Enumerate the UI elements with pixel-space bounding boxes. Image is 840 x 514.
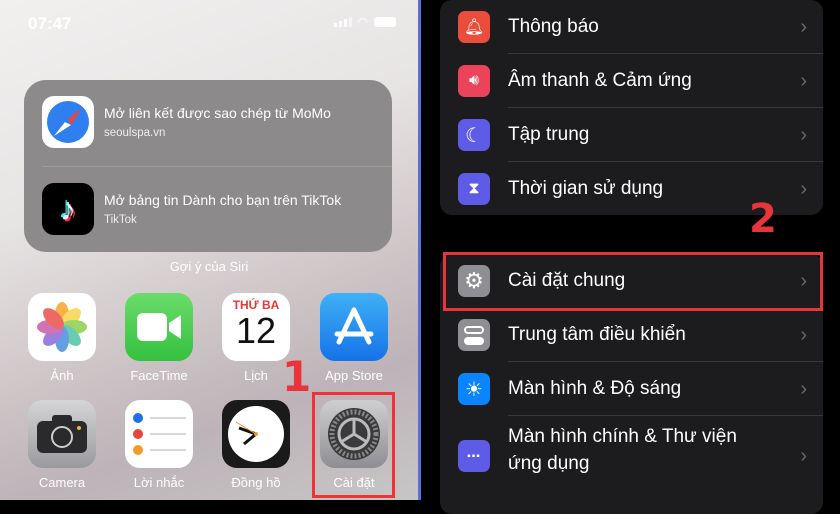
app-label: Lời nhắc	[133, 475, 185, 490]
row-label: Màn hình chính & Thư viện ứng dụng	[508, 426, 737, 474]
row-label: Âm thanh & Cảm ứng	[508, 69, 692, 91]
step-number-1: 1	[282, 352, 312, 401]
app-camera[interactable]: Camera	[28, 400, 96, 490]
app-photos[interactable]: Ảnh	[28, 293, 96, 383]
suggestion-subtitle: TikTok	[104, 214, 137, 226]
suggestion-tiktok[interactable]: ♪ Mở bảng tin Dành cho bạn trên TikTok Ti…	[42, 183, 341, 235]
settings-row-home-screen[interactable]: ▪▪▪ Màn hình chính & Thư viện ứng dụng ›	[440, 416, 823, 496]
chevron-right-icon: ›	[800, 15, 807, 38]
wifi-icon: ◠	[357, 15, 368, 29]
chevron-right-icon: ›	[800, 177, 807, 200]
chevron-right-icon: ›	[800, 323, 807, 346]
suggestion-subtitle: seoulspa.vn	[104, 127, 166, 139]
app-appstore[interactable]: App Store	[320, 293, 388, 383]
app-label: FaceTime	[130, 368, 188, 383]
row-label: Thông báo	[508, 15, 599, 37]
settings-row-focus[interactable]: ☾ Tập trung ›	[440, 108, 823, 162]
settings-row-control-center[interactable]: Trung tâm điều khiển ›	[440, 308, 823, 362]
signal-icon	[333, 17, 352, 27]
calendar-date: 12	[235, 310, 277, 351]
highlight-box-settings	[312, 392, 395, 498]
siri-label: Gợi ý của Siri	[169, 259, 249, 274]
row-label: Thời gian sử dụng	[508, 177, 664, 199]
suggestion-title: Mở liên kết được sao chép từ MoMo	[104, 105, 331, 121]
app-label: Đồng hồ	[231, 475, 281, 490]
camera-icon	[28, 400, 96, 468]
app-label: Camera	[38, 475, 86, 490]
settings-row-sounds[interactable]: 🔊︎ Âm thanh & Cảm ứng ›	[440, 54, 823, 108]
chevron-right-icon: ›	[800, 444, 807, 467]
suggestion-momo-link[interactable]: Mở liên kết được sao chép từ MoMo seoulsp…	[42, 96, 331, 148]
app-calendar[interactable]: THỨ BA 12 Lịch	[222, 293, 290, 383]
settings-screen: 🔔︎ Thông báo › 🔊︎ Âm thanh & Cảm ứng › ☾…	[421, 0, 840, 514]
step-number-2: 2	[749, 196, 777, 242]
battery-icon	[374, 17, 396, 27]
app-clock[interactable]: Đồng hồ	[222, 400, 290, 490]
toggles-icon	[458, 319, 490, 351]
calendar-icon: THỨ BA 12	[222, 293, 290, 361]
siri-suggestions-widget: Mở liên kết được sao chép từ MoMo seoulsp…	[24, 80, 392, 252]
suggestion-title: Mở bảng tin Dành cho bạn trên TikTok	[104, 192, 342, 208]
hourglass-icon: ⧗	[458, 173, 490, 205]
bell-icon: 🔔︎	[458, 11, 490, 43]
grid-icon: ▪▪▪	[458, 440, 490, 472]
clock-icon	[222, 400, 290, 468]
row-label: Màn hình & Độ sáng	[508, 377, 682, 399]
speaker-icon: 🔊︎	[458, 65, 490, 97]
sun-icon: ☀	[458, 373, 490, 405]
chevron-right-icon: ›	[800, 377, 807, 400]
photos-icon	[28, 293, 96, 361]
status-icons: ◠	[333, 15, 396, 29]
app-facetime[interactable]: FaceTime	[125, 293, 193, 383]
settings-group-1: 🔔︎ Thông báo › 🔊︎ Âm thanh & Cảm ứng › ☾…	[440, 0, 823, 215]
app-label: Ảnh	[50, 368, 74, 383]
status-time: 07:47	[28, 14, 72, 33]
appstore-icon	[320, 293, 388, 361]
home-screen: 07:47 ◠ Mở liên kết được sao chép từ MoM…	[0, 0, 418, 500]
row-label: Tập trung	[508, 123, 590, 145]
divider	[42, 166, 392, 167]
safari-icon	[42, 96, 94, 148]
facetime-icon	[125, 293, 193, 361]
settings-row-display[interactable]: ☀ Màn hình & Độ sáng ›	[440, 362, 823, 416]
chevron-right-icon: ›	[800, 123, 807, 146]
tiktok-icon: ♪	[42, 183, 94, 235]
row-label: Trung tâm điều khiển	[508, 323, 686, 345]
reminders-icon	[125, 400, 193, 468]
settings-row-notifications[interactable]: 🔔︎ Thông báo ›	[440, 0, 823, 54]
app-reminders[interactable]: Lời nhắc	[125, 400, 193, 490]
app-label: App Store	[325, 368, 383, 383]
chevron-right-icon: ›	[800, 69, 807, 92]
moon-icon: ☾	[458, 119, 490, 151]
highlight-box-general	[443, 252, 823, 311]
